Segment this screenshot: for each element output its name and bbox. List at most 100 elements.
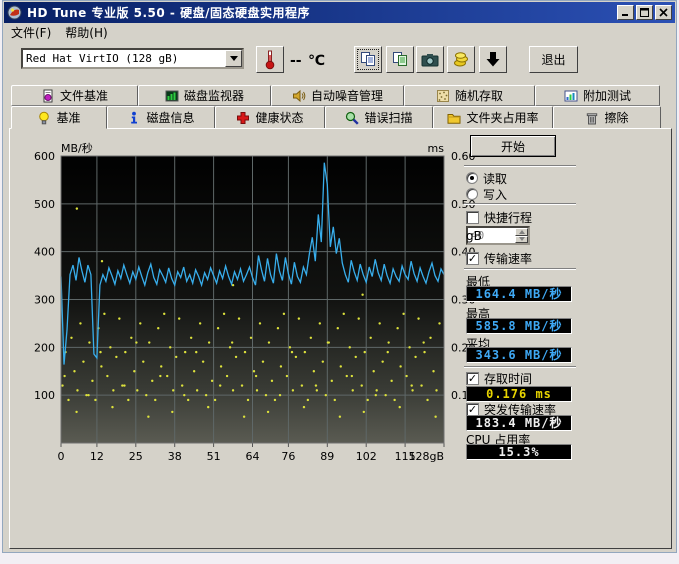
maximize-button[interactable] [636,5,653,20]
minimize-button[interactable] [617,5,634,20]
benchmark-chart: 012253851647689102115128gB10020030040050… [28,141,501,471]
random-access-icon [436,89,450,103]
app-window: HD Tune 专业版 5.50 - 硬盘/固态硬盘实用程序 文件(F) 帮助(… [2,0,677,553]
svg-text:200: 200 [34,341,55,354]
separator [464,203,576,205]
tab-label: 基准 [56,109,80,126]
burst-rate-checkbox[interactable]: ✓ [466,403,479,416]
capacity-unit-label: gB [466,229,482,243]
app-icon [7,5,22,20]
access-time-checkbox[interactable]: ✓ [466,372,479,385]
copy-image-button[interactable] [386,46,414,73]
transfer-rate-row[interactable]: ✓ 传输速率 [466,251,532,265]
svg-text:38: 38 [168,450,182,463]
donate-button[interactable] [447,46,475,73]
tab-extra-tests[interactable]: 附加测试 [535,85,660,106]
tab-disk-monitor[interactable]: 磁盘监视器 [138,85,271,106]
temperature-value: -- [290,53,302,69]
spinner-up-button[interactable] [515,228,528,236]
coins-icon [453,51,470,68]
access-time-row[interactable]: ✓ 存取时间 [466,371,532,385]
transfer-rate-label: 传输速率 [484,250,532,267]
write-radio-row[interactable]: 写入 [466,187,507,201]
camera-icon [421,53,439,67]
read-radio[interactable] [466,172,478,184]
tab-label: 磁盘信息 [146,109,194,126]
spinner-up-icon [519,230,525,234]
short-stroke-row[interactable]: 快捷行程 [466,210,532,224]
tab-label: 文件夹占用率 [466,109,538,126]
folder-icon [447,111,461,125]
chevron-down-icon [230,56,238,61]
tab-label: 自动噪音管理 [311,87,383,104]
short-stroke-label: 快捷行程 [484,209,532,226]
download-arrow-icon [485,51,501,68]
read-radio-row[interactable]: 读取 [466,171,507,185]
burst-rate-display: 183.4 MB/秒 [466,415,572,431]
copy-text-button[interactable] [354,46,382,73]
tab-label: 附加测试 [583,87,631,104]
tab-noise-management[interactable]: 自动噪音管理 [271,85,404,106]
tab-label: 文件基准 [60,87,108,104]
thermometer-icon [263,50,277,70]
svg-text:ms: ms [428,142,445,155]
tab-health[interactable]: 健康状态 [215,106,325,129]
svg-text:12: 12 [90,450,104,463]
tab-benchmark[interactable]: 基准 [11,106,107,129]
drive-select-value: Red Hat VirtIO (128 gB) [23,52,225,65]
read-radio-label: 读取 [483,170,507,187]
min-value-display: 164.4 MB/秒 [466,286,572,302]
write-radio-label: 写入 [483,186,507,203]
tab-strip-row1: 文件基准 磁盘监视器 自动噪音管理 随机 [11,85,660,106]
start-button-label: 开始 [501,138,525,155]
tab-label: 磁盘监视器 [184,87,244,104]
tab-error-scan[interactable]: 错误扫描 [325,106,433,129]
svg-text:64: 64 [246,450,260,463]
disk-monitor-icon [165,89,179,103]
tab-strip-row2: 基准 磁盘信息 健康状态 错误扫描 [11,106,661,129]
tab-folder-usage[interactable]: 文件夹占用率 [433,106,553,129]
tab-label: 随机存取 [455,87,503,104]
burst-rate-row[interactable]: ✓ 突发传输速率 [466,402,556,416]
svg-text:500: 500 [34,198,55,211]
write-radio[interactable] [466,188,478,200]
svg-text:25: 25 [129,450,143,463]
save-button[interactable] [479,46,507,73]
tab-erase[interactable]: 擦除 [553,106,661,129]
menu-help[interactable]: 帮助(H) [58,22,114,43]
drive-select[interactable]: Red Hat VirtIO (128 gB) [21,48,244,69]
temperature-button[interactable] [256,46,284,73]
svg-text:89: 89 [320,450,334,463]
chart-canvas: 012253851647689102115128gB10020030040050… [28,141,501,471]
close-icon [659,8,668,17]
copy-icon [360,51,377,68]
svg-text:102: 102 [356,450,377,463]
exit-button[interactable]: 退出 [529,46,578,73]
transfer-rate-checkbox[interactable]: ✓ [466,252,479,265]
menu-file[interactable]: 文件(F) [4,22,58,43]
window-title: HD Tune 专业版 5.50 - 硬盘/固态硬盘实用程序 [27,4,310,21]
start-button[interactable]: 开始 [470,135,556,157]
trash-icon [585,111,599,125]
tab-random-access[interactable]: 随机存取 [404,85,535,106]
tab-label: 健康状态 [255,109,303,126]
spinner-down-icon [519,237,525,241]
drive-select-dropdown-button[interactable] [225,50,242,67]
svg-text:0: 0 [58,450,65,463]
tab-label: 擦除 [604,109,628,126]
spinner-down-button[interactable] [515,236,528,244]
title-bar: HD Tune 专业版 5.50 - 硬盘/固态硬盘实用程序 [4,2,675,23]
svg-text:100: 100 [34,389,55,402]
tab-label: 错误扫描 [364,109,412,126]
magnifier-icon [345,111,359,125]
max-value-display: 585.8 MB/秒 [466,318,572,334]
separator [464,366,576,368]
screenshot-button[interactable] [416,46,444,73]
health-cross-icon [236,111,250,125]
close-button[interactable] [655,5,672,20]
exit-button-label: 退出 [541,51,565,68]
short-stroke-checkbox[interactable] [466,211,479,224]
tab-file-benchmark[interactable]: 文件基准 [11,85,138,106]
info-icon [127,111,141,125]
tab-disk-info[interactable]: 磁盘信息 [107,106,215,129]
